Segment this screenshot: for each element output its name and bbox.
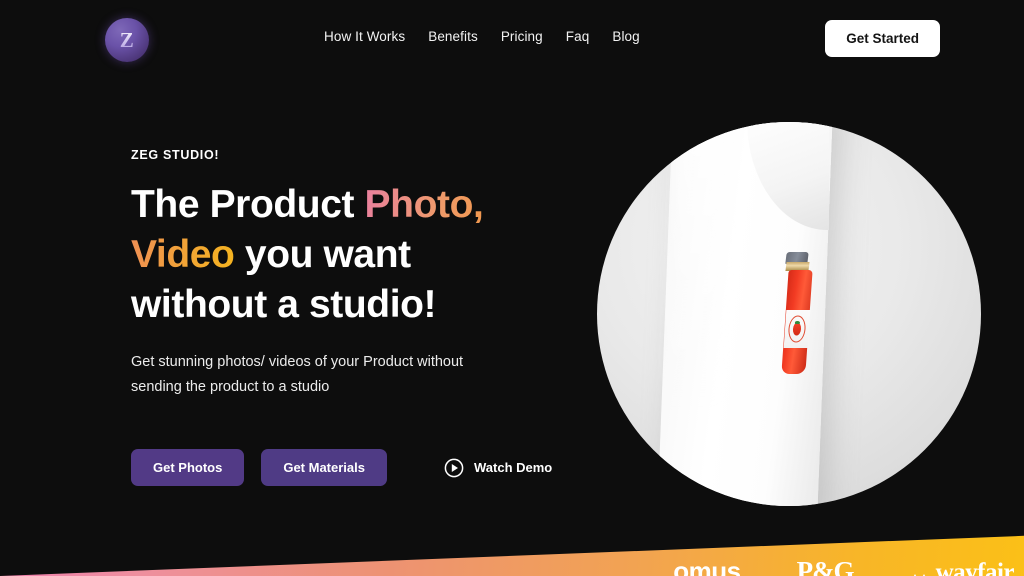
get-materials-button[interactable]: Get Materials: [261, 449, 387, 486]
wayfair-chevron-icon: [913, 574, 925, 576]
headline-highlight-photo: Photo,: [364, 183, 484, 226]
landing-page: Z How It Works Benefits Pricing Faq Blog…: [0, 0, 1024, 576]
brand-logo-wayfair: wayfair: [910, 559, 1015, 576]
headline-part-1: The Product: [131, 183, 365, 226]
nav-item-blog[interactable]: Blog: [612, 29, 639, 44]
site-header: Z How It Works Benefits Pricing Faq Blog…: [0, 0, 1024, 78]
brand-logo-comus: omus: [673, 556, 741, 576]
z-logo-icon: Z: [105, 18, 149, 62]
label-leaf-icon: [794, 321, 801, 324]
brand-logo-pg: P&G: [796, 556, 855, 576]
wayfair-wordmark: wayfair: [935, 559, 1015, 576]
subhead-line-1: Get stunning photos/ videos of your Prod…: [131, 353, 464, 370]
page-title: The Product Photo, Video you want withou…: [131, 180, 551, 330]
nav-item-faq[interactable]: Faq: [566, 29, 590, 44]
hero-eyebrow: ZEG STUDIO!: [131, 148, 220, 162]
brand-logo-list: omus P&G wayfair: [0, 516, 1024, 576]
headline-part-3: you want: [234, 232, 411, 276]
watch-demo-button[interactable]: Watch Demo: [444, 458, 552, 478]
nav-item-pricing[interactable]: Pricing: [501, 29, 543, 44]
main-navigation: How It Works Benefits Pricing Faq Blog: [324, 29, 640, 44]
headline-highlight-video: Video: [131, 232, 235, 276]
hero-cta-row: Get Photos Get Materials Watch Demo: [131, 449, 552, 486]
nav-item-benefits[interactable]: Benefits: [428, 29, 478, 44]
hero-subheading: Get stunning photos/ videos of your Prod…: [131, 350, 531, 401]
get-started-button[interactable]: Get Started: [825, 20, 940, 57]
subhead-line-2: sending the product to a studio: [131, 379, 330, 396]
hero-text-block: ZEG STUDIO! The Product Photo, Video you…: [131, 148, 551, 400]
watch-demo-label: Watch Demo: [474, 460, 553, 475]
headline-part-4: without a studio!: [131, 282, 437, 326]
product-bottle: [781, 252, 813, 374]
get-photos-button[interactable]: Get Photos: [131, 449, 245, 486]
hero-product-image: [597, 122, 981, 506]
play-circle-icon: [444, 458, 464, 477]
nav-item-how-it-works[interactable]: How It Works: [324, 29, 405, 44]
bottle-label: [783, 310, 811, 348]
logo-letter: Z: [119, 27, 135, 52]
brand-logo[interactable]: Z: [105, 18, 149, 62]
